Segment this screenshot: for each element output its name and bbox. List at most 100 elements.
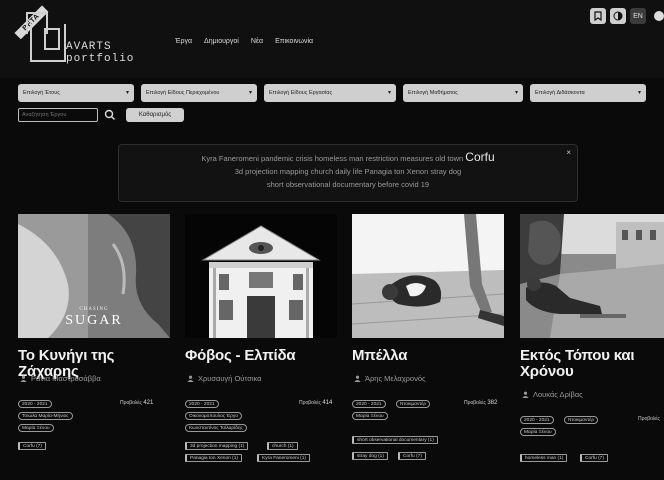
- nav-creators[interactable]: Δημιουργοί: [204, 38, 239, 45]
- tag-chip[interactable]: 3d projection mapping (1): [185, 442, 249, 450]
- views-label: Προβολές: [464, 400, 486, 406]
- views-count: Προβολές 382: [464, 400, 497, 406]
- tag-link[interactable]: 3d projection mapping: [235, 167, 309, 176]
- project-title[interactable]: Φόβος - Ελπίδα: [185, 348, 296, 364]
- project-thumbnail[interactable]: [520, 214, 664, 338]
- nav-contact[interactable]: Επικοινωνία: [275, 38, 313, 45]
- year-chip[interactable]: 2020 - 2021: [185, 400, 219, 408]
- tag-link[interactable]: Panagia ton Xenon: [364, 167, 428, 176]
- project-title[interactable]: Εκτός Τόπου και Χρόνου: [520, 348, 664, 380]
- views-label: Προβολές: [299, 400, 321, 406]
- project-author[interactable]: Χρυσαυγή Ούτσικα: [187, 374, 262, 383]
- project-author[interactable]: Άρης Μελαχρονός: [354, 374, 426, 383]
- bookmark-icon[interactable]: [590, 8, 606, 24]
- chevron-down-icon: ▾: [125, 90, 129, 96]
- tag-cloud-line1: Kyra Faneromeni pandemic crisis homeless…: [119, 151, 577, 165]
- search-icon[interactable]: [104, 109, 116, 121]
- author-name: Ράνια Μαστροσάββα: [31, 374, 101, 383]
- tag-chip[interactable]: stray dog (1): [352, 452, 388, 460]
- tag-link-corfu[interactable]: Corfu: [465, 150, 494, 164]
- avarts-logo[interactable]: BETA AVARTS portfolio: [10, 5, 133, 68]
- views-label: Προβολές: [120, 400, 142, 406]
- tag-chip[interactable]: Corfu (7): [398, 452, 426, 460]
- nav-works[interactable]: Έργα: [175, 38, 192, 45]
- chevron-down-icon: ▾: [514, 90, 518, 96]
- project-author[interactable]: Ράνια Μαστροσάββα: [20, 374, 101, 383]
- work-type-select-label: Επιλογή Είδους Εργασίας: [269, 90, 333, 96]
- year-chip[interactable]: 2020 - 2021: [18, 400, 52, 408]
- person-chip[interactable]: Μαρία Ξένου: [352, 412, 388, 420]
- filter-bar: Επιλογή Έτους ▾ Επιλογή Είδους Περιεχομέν…: [18, 84, 664, 108]
- site-header: BETA AVARTS portfolio Έργα Δημιουργοί Νέ…: [0, 0, 664, 78]
- person-chip[interactable]: Μαρία Ξένου: [18, 424, 54, 432]
- author-name: Χρυσαυγή Ούτσικα: [198, 374, 262, 383]
- tag-chip[interactable]: Kyra Faneromeni (1): [257, 454, 310, 462]
- person-chip[interactable]: Μαρία Ξένου: [520, 428, 556, 436]
- logo-building-icon: [26, 12, 66, 62]
- tag-link[interactable]: homeless man: [315, 154, 364, 163]
- toggle-knob-icon: [654, 11, 664, 21]
- search-input[interactable]: [18, 108, 98, 122]
- tag-chip[interactable]: short observational documentary (1): [352, 436, 438, 444]
- clear-filters-button[interactable]: Καθαρισμός: [126, 108, 184, 122]
- year-chip[interactable]: 2020 - 2021: [520, 416, 554, 424]
- language-button[interactable]: EN: [630, 8, 646, 24]
- person-chip[interactable]: Τσιώλα Μαρία-Μήνιος: [18, 412, 73, 420]
- user-icon: [354, 375, 361, 382]
- views-count: Προβολές 414: [299, 400, 332, 406]
- contrast-icon[interactable]: [610, 8, 626, 24]
- tag-link[interactable]: short observational documentary: [267, 180, 376, 189]
- tag-chip[interactable]: church (1): [267, 442, 298, 450]
- chevron-down-icon: ▾: [248, 90, 252, 96]
- work-type-select[interactable]: Επιλογή Είδους Εργασίας ▾: [264, 84, 396, 102]
- author-name: Λουκάς Δρίβας: [533, 390, 583, 399]
- chevron-down-icon: ▾: [387, 90, 391, 96]
- type-chip[interactable]: Ντοκιμαντέρ: [564, 416, 599, 424]
- poster-subtitle: CHASING: [79, 307, 108, 312]
- tag-link[interactable]: Kyra Faneromeni: [201, 154, 259, 163]
- tag-link[interactable]: daily life: [335, 167, 362, 176]
- project-title[interactable]: Μπέλλα: [352, 348, 407, 364]
- instructor-select-label: Επιλογή Διδάσκοντα: [535, 90, 585, 96]
- instructor-select[interactable]: Επιλογή Διδάσκοντα ▾: [530, 84, 646, 102]
- views-label: Προβολές: [638, 416, 660, 422]
- tag-link[interactable]: before covid 19: [378, 180, 429, 189]
- tag-chip[interactable]: Corfu (7): [580, 454, 608, 462]
- tag-cloud: × Kyra Faneromeni pandemic crisis homele…: [118, 144, 578, 202]
- tag-chip[interactable]: Panagia ton Xenon (1): [185, 454, 243, 462]
- views-count: Προβολές: [638, 416, 660, 422]
- year-chip[interactable]: 2020 - 2021: [352, 400, 386, 408]
- main-nav: Έργα Δημιουργοί Νέα Επικοινωνία: [175, 38, 313, 45]
- year-select[interactable]: Επιλογή Έτους ▾: [18, 84, 134, 102]
- course-select[interactable]: Επιλογή Μαθήματος ▾: [403, 84, 523, 102]
- views-value: 414: [322, 400, 333, 406]
- person-chip[interactable]: Οικονομοπουλος Έργο: [185, 412, 242, 420]
- tag-link[interactable]: stray dog: [430, 167, 461, 176]
- views-value: 421: [143, 400, 154, 406]
- tag-chip[interactable]: Corfu (7): [18, 442, 46, 450]
- year-select-label: Επιλογή Έτους: [23, 90, 60, 96]
- top-icons: EN: [590, 8, 664, 24]
- views-count: Προβολές 421: [120, 400, 153, 406]
- author-name: Άρης Μελαχρονός: [365, 374, 426, 383]
- project-thumbnail[interactable]: CHASING SUGAR: [18, 214, 170, 338]
- tag-link[interactable]: church: [311, 167, 334, 176]
- tag-link[interactable]: restriction measures: [366, 154, 434, 163]
- tag-link[interactable]: old town: [435, 154, 463, 163]
- tag-chip[interactable]: homeless man (1): [520, 454, 568, 462]
- type-chip[interactable]: Ντοκιμαντέρ: [396, 400, 431, 408]
- user-icon: [20, 375, 27, 382]
- project-thumbnail[interactable]: [352, 214, 504, 338]
- views-value: 382: [487, 400, 498, 406]
- theme-toggle[interactable]: [650, 9, 664, 23]
- project-thumbnail[interactable]: [185, 214, 337, 338]
- content-type-select-label: Επιλογή Είδους Περιεχομένου: [146, 90, 220, 96]
- content-type-select[interactable]: Επιλογή Είδους Περιεχομένου ▾: [141, 84, 257, 102]
- person-chip[interactable]: Κωνσταντίνος Τσίλαρίδης: [185, 424, 247, 432]
- tag-link[interactable]: pandemic crisis: [261, 154, 313, 163]
- user-icon: [522, 391, 529, 398]
- nav-news[interactable]: Νέα: [251, 38, 263, 45]
- project-author[interactable]: Λουκάς Δρίβας: [522, 390, 583, 399]
- close-icon[interactable]: ×: [566, 146, 571, 159]
- user-icon: [187, 375, 194, 382]
